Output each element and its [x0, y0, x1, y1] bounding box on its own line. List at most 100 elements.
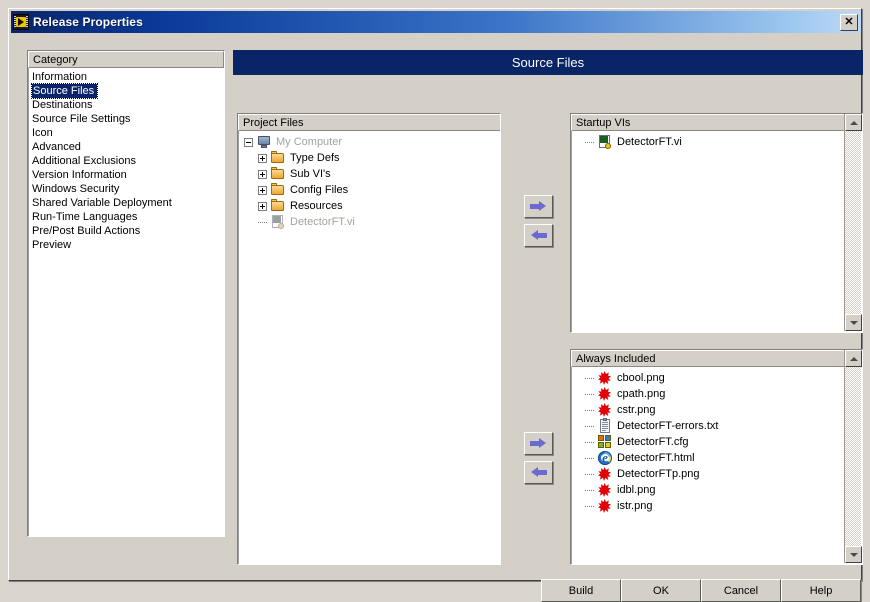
scroll-down-icon[interactable]	[845, 546, 862, 563]
category-item-source-files[interactable]: Source Files	[30, 83, 99, 99]
list-item[interactable]: cpath.png	[571, 386, 862, 402]
png-icon	[597, 403, 613, 417]
category-item-label: Icon	[32, 127, 53, 139]
list-item[interactable]: e DetectorFT.html	[571, 450, 862, 466]
scroll-up-icon[interactable]	[845, 114, 862, 131]
remove-from-always-included-button[interactable]	[524, 461, 553, 484]
list-item-label: DetectorFT-errors.txt	[617, 420, 719, 432]
expand-icon[interactable]	[258, 201, 267, 211]
folder-icon	[270, 151, 286, 165]
tree-item-label: DetectorFT.vi	[290, 216, 355, 228]
tree-item[interactable]: Config Files	[238, 182, 500, 198]
category-item-label: Source Files	[33, 85, 95, 97]
folder-icon	[270, 183, 286, 197]
png-icon	[597, 371, 613, 385]
folder-icon	[270, 167, 286, 181]
tree-item[interactable]: Resources	[238, 198, 500, 214]
category-item-source-file-settings[interactable]: Source File Settings	[28, 112, 224, 126]
list-item[interactable]: idbl.png	[571, 482, 862, 498]
list-item-label: DetectorFT.cfg	[617, 436, 689, 448]
tree-item-label: Resources	[290, 200, 343, 212]
category-item-information[interactable]: Information	[28, 70, 224, 84]
category-item-icon[interactable]: Icon	[28, 126, 224, 140]
category-item-label: Version Information	[32, 169, 127, 181]
category-item-windows-security[interactable]: Windows Security	[28, 182, 224, 196]
list-item-label: cbool.png	[617, 372, 665, 384]
category-item-additional-exclusions[interactable]: Additional Exclusions	[28, 154, 224, 168]
scroll-down-icon[interactable]	[845, 314, 862, 331]
arrow-left-icon	[530, 230, 547, 241]
close-icon[interactable]: ✕	[840, 14, 858, 31]
cancel-button[interactable]: Cancel	[701, 579, 781, 602]
png-icon	[597, 483, 613, 497]
list-item[interactable]: DetectorFT.cfg	[571, 434, 862, 450]
tree-item-label: Type Defs	[290, 152, 340, 164]
tree-connector	[585, 425, 594, 427]
list-item-label: idbl.png	[617, 484, 656, 496]
tree-item[interactable]: My Computer	[238, 134, 500, 150]
category-item-label: Advanced	[32, 141, 81, 153]
always-included-scrollbar[interactable]	[844, 350, 862, 563]
category-item-shared-variable-deployment[interactable]: Shared Variable Deployment	[28, 196, 224, 210]
list-item-label: istr.png	[617, 500, 653, 512]
tree-connector	[585, 505, 594, 507]
list-item-label: DetectorFTp.png	[617, 468, 700, 480]
list-item-label: cstr.png	[617, 404, 656, 416]
category-item-label: Destinations	[32, 99, 93, 111]
build-button[interactable]: Build	[541, 579, 621, 602]
category-item-label: Additional Exclusions	[32, 155, 136, 167]
category-item-label: Pre/Post Build Actions	[32, 225, 141, 237]
folder-icon	[270, 199, 286, 213]
category-item-pre-post-build-actions[interactable]: Pre/Post Build Actions	[28, 224, 224, 238]
list-item[interactable]: cbool.png	[571, 370, 862, 386]
help-button[interactable]: Help	[781, 579, 861, 602]
list-item[interactable]: cstr.png	[571, 402, 862, 418]
add-to-always-included-button[interactable]	[524, 432, 553, 455]
tree-item-label: My Computer	[276, 136, 343, 148]
category-item-run-time-languages[interactable]: Run-Time Languages	[28, 210, 224, 224]
category-item-label: Information	[32, 71, 88, 83]
category-item-advanced[interactable]: Advanced	[28, 140, 224, 154]
tree-item[interactable]: Sub VI's	[238, 166, 500, 182]
category-item-destinations[interactable]: Destinations	[28, 98, 224, 112]
category-header: Category	[28, 51, 224, 68]
always-included-panel: Always Included cbool.png cpath.png cstr.p…	[570, 349, 863, 565]
startup-vis-scrollbar[interactable]	[844, 114, 862, 331]
category-item-label: Preview	[32, 239, 72, 251]
png-icon	[597, 499, 613, 513]
category-item-label: Source File Settings	[32, 113, 131, 125]
always-included-header: Always Included	[571, 350, 862, 367]
collapse-icon[interactable]	[244, 137, 253, 147]
project-files-tree[interactable]: My Computer Type Defs Sub VI's Config Files…	[238, 131, 500, 230]
cfg-icon	[597, 435, 613, 449]
list-item[interactable]: DetectorFTp.png	[571, 466, 862, 482]
arrow-left-icon	[530, 467, 547, 478]
expand-icon[interactable]	[258, 169, 267, 179]
ok-button[interactable]: OK	[621, 579, 701, 602]
add-to-startup-vis-button[interactable]	[524, 195, 553, 218]
tree-connector	[585, 393, 594, 395]
list-item-label: DetectorFT.vi	[617, 136, 682, 148]
startup-vis-list[interactable]: DetectorFT.vi	[571, 131, 862, 150]
always-included-list[interactable]: cbool.png cpath.png cstr.png DetectorFT-err…	[571, 367, 862, 514]
category-panel: Category Information Source Files Destinat…	[27, 50, 225, 537]
scroll-up-icon[interactable]	[845, 350, 862, 367]
dialog-client-area: Category Information Source Files Destinat…	[11, 35, 863, 602]
tree-connector	[585, 457, 594, 459]
category-item-version-information[interactable]: Version Information	[28, 168, 224, 182]
png-icon	[597, 387, 613, 401]
labview-vi-icon	[13, 14, 29, 30]
category-list[interactable]: Information Source Files Destinations Sourc…	[28, 68, 224, 252]
remove-from-startup-vis-button[interactable]	[524, 224, 553, 247]
list-item[interactable]: istr.png	[571, 498, 862, 514]
startup-vis-header: Startup VIs	[571, 114, 862, 131]
expand-icon[interactable]	[258, 153, 267, 163]
list-item[interactable]: DetectorFT-errors.txt	[571, 418, 862, 434]
tree-item[interactable]: DetectorFT.vi	[238, 214, 500, 230]
category-item-preview[interactable]: Preview	[28, 238, 224, 252]
list-item[interactable]: DetectorFT.vi	[571, 134, 862, 150]
expand-icon[interactable]	[258, 185, 267, 195]
tree-item-label: Config Files	[290, 184, 349, 196]
tree-item[interactable]: Type Defs	[238, 150, 500, 166]
vi-icon	[270, 215, 286, 229]
